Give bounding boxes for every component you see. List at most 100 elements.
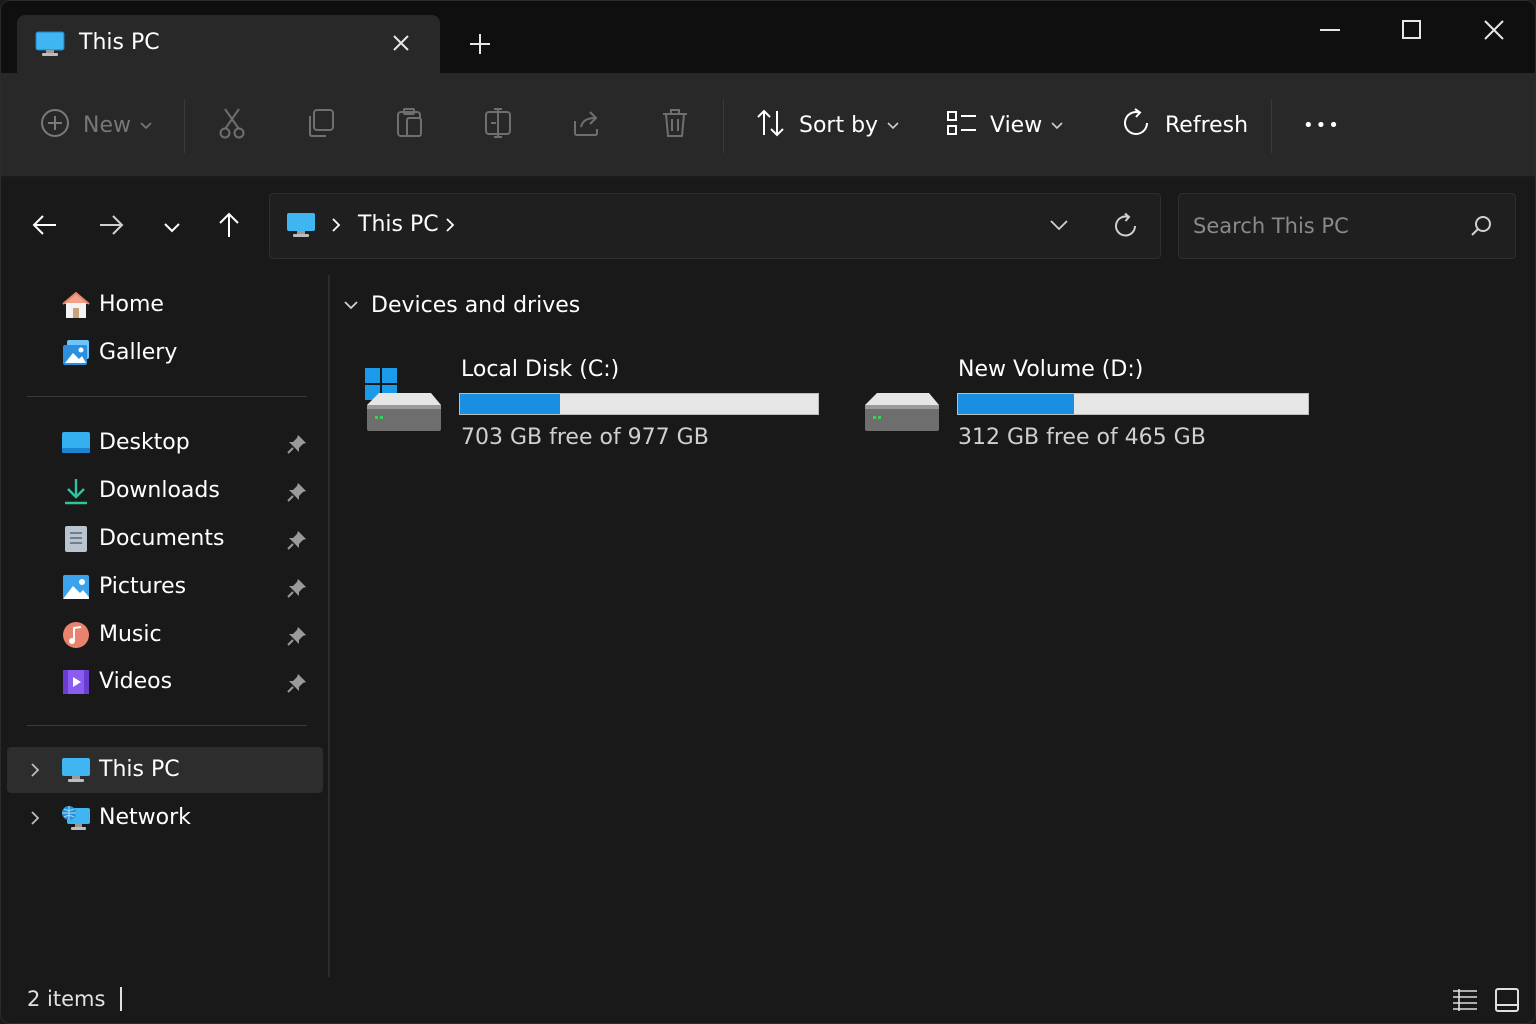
- pane-splitter[interactable]: [328, 275, 330, 977]
- chevron-down-icon: [343, 296, 359, 315]
- chevron-down-icon: [1050, 116, 1064, 135]
- pin-icon[interactable]: [287, 434, 307, 458]
- delete-button[interactable]: [660, 73, 690, 177]
- rename-icon: [483, 107, 513, 143]
- toolbar-divider: [1271, 99, 1272, 153]
- documents-icon: [61, 525, 91, 557]
- refresh-icon[interactable]: [1112, 212, 1140, 244]
- trash-icon: [660, 107, 690, 143]
- drive-icon: [863, 361, 941, 437]
- close-window-button[interactable]: [1481, 17, 1507, 47]
- sidebar-item-label: Music: [99, 622, 162, 647]
- sidebar-item-label: Videos: [99, 669, 173, 694]
- sidebar-item-label: Documents: [99, 526, 225, 551]
- sidebar-item-desktop[interactable]: Desktop: [7, 420, 323, 466]
- system-drive-icon: [365, 361, 443, 437]
- refresh-label: Refresh: [1165, 112, 1249, 138]
- drive-usage-fill: [958, 394, 1074, 414]
- sidebar-item-network[interactable]: Network: [7, 795, 323, 841]
- paste-icon: [395, 107, 425, 143]
- sidebar-item-label: Network: [99, 805, 191, 830]
- address-row: This PC: [1, 177, 1535, 275]
- tiles-view-button[interactable]: [1493, 987, 1521, 1017]
- sidebar-item-videos[interactable]: Videos: [7, 659, 323, 705]
- sidebar-item-gallery[interactable]: Gallery: [7, 330, 323, 376]
- desktop-icon: [61, 429, 91, 461]
- chevron-right-icon[interactable]: [29, 809, 41, 831]
- more-options-button[interactable]: •••: [1303, 73, 1341, 177]
- new-button[interactable]: New: [39, 73, 153, 177]
- sort-by-button[interactable]: Sort by: [755, 73, 900, 177]
- gallery-icon: [61, 339, 91, 371]
- close-tab-icon[interactable]: [391, 33, 411, 57]
- pin-icon[interactable]: [287, 482, 307, 506]
- drive-usage-fill: [460, 394, 561, 414]
- pin-icon[interactable]: [287, 626, 307, 650]
- address-history-dropdown[interactable]: [1048, 216, 1070, 238]
- videos-icon: [61, 668, 91, 700]
- drive-name: New Volume (D:): [958, 357, 1144, 382]
- scissors-icon: [217, 107, 247, 143]
- this-pc-icon: [286, 212, 316, 242]
- network-icon: [61, 804, 91, 836]
- sidebar-item-label: Downloads: [99, 478, 220, 503]
- drive-free-space: 703 GB free of 977 GB: [461, 425, 709, 450]
- refresh-button[interactable]: Refresh: [1121, 73, 1248, 177]
- pin-icon[interactable]: [287, 530, 307, 554]
- toolbar-divider: [184, 99, 185, 153]
- pin-icon[interactable]: [287, 673, 307, 697]
- back-button[interactable]: [31, 211, 59, 243]
- sort-icon: [755, 107, 787, 143]
- sidebar-divider: [27, 725, 307, 726]
- drive-free-space: 312 GB free of 465 GB: [958, 425, 1206, 450]
- sidebar-item-downloads[interactable]: Downloads: [7, 468, 323, 514]
- chevron-right-icon: [330, 216, 342, 238]
- minimize-button[interactable]: [1317, 17, 1343, 47]
- sort-by-label: Sort by: [799, 112, 879, 138]
- rename-button[interactable]: [483, 73, 513, 177]
- forward-button[interactable]: [97, 211, 125, 243]
- address-bar[interactable]: This PC: [269, 193, 1161, 259]
- sidebar-item-documents[interactable]: Documents: [7, 516, 323, 562]
- recent-locations-button[interactable]: [163, 219, 181, 238]
- drive-usage-bar: [957, 393, 1309, 415]
- breadcrumb-this-pc[interactable]: This PC: [358, 212, 439, 237]
- drive-item-c[interactable]: Local Disk (C:) 703 GB free of 977 GB: [365, 355, 825, 455]
- view-label: View: [990, 112, 1043, 138]
- search-input[interactable]: [1193, 208, 1453, 244]
- sidebar-item-this-pc[interactable]: This PC: [7, 747, 323, 793]
- chevron-right-icon[interactable]: [444, 216, 456, 238]
- refresh-icon: [1121, 107, 1153, 143]
- new-label: New: [83, 112, 131, 138]
- chevron-down-icon: [139, 116, 153, 135]
- new-tab-button[interactable]: [467, 31, 493, 61]
- maximize-button[interactable]: [1399, 17, 1425, 47]
- view-button[interactable]: View: [946, 73, 1064, 177]
- tab-this-pc[interactable]: This PC: [17, 15, 440, 73]
- navigation-pane: Home Gallery Desktop Downloads Documents…: [1, 275, 329, 977]
- section-devices-and-drives[interactable]: Devices and drives: [343, 293, 580, 318]
- chevron-right-icon[interactable]: [29, 761, 41, 783]
- cut-button[interactable]: [217, 73, 247, 177]
- command-bar: New Sort by View Refresh •••: [1, 73, 1535, 177]
- up-button[interactable]: [215, 211, 243, 243]
- copy-button[interactable]: [306, 73, 336, 177]
- paste-button[interactable]: [395, 73, 425, 177]
- pin-icon[interactable]: [287, 578, 307, 602]
- file-explorer-window: This PC New Sort by View Refresh ••• Thi…: [0, 0, 1536, 1024]
- toolbar-divider: [723, 99, 724, 153]
- sidebar-item-music[interactable]: Music: [7, 612, 323, 658]
- sidebar-item-home[interactable]: Home: [7, 282, 323, 328]
- section-title: Devices and drives: [371, 293, 581, 318]
- sidebar-item-pictures[interactable]: Pictures: [7, 564, 323, 610]
- share-button[interactable]: [571, 73, 603, 177]
- sidebar-divider: [27, 396, 307, 397]
- sidebar-item-label: Gallery: [99, 340, 178, 365]
- sidebar-item-label: Pictures: [99, 574, 187, 599]
- details-view-button[interactable]: [1451, 987, 1479, 1017]
- home-icon: [61, 291, 91, 323]
- add-circle-icon: [39, 107, 71, 143]
- drive-item-d[interactable]: New Volume (D:) 312 GB free of 465 GB: [863, 355, 1323, 455]
- content-pane: Devices and drives Local Disk (C:) 703 G…: [331, 275, 1535, 977]
- search-icon[interactable]: [1469, 214, 1493, 242]
